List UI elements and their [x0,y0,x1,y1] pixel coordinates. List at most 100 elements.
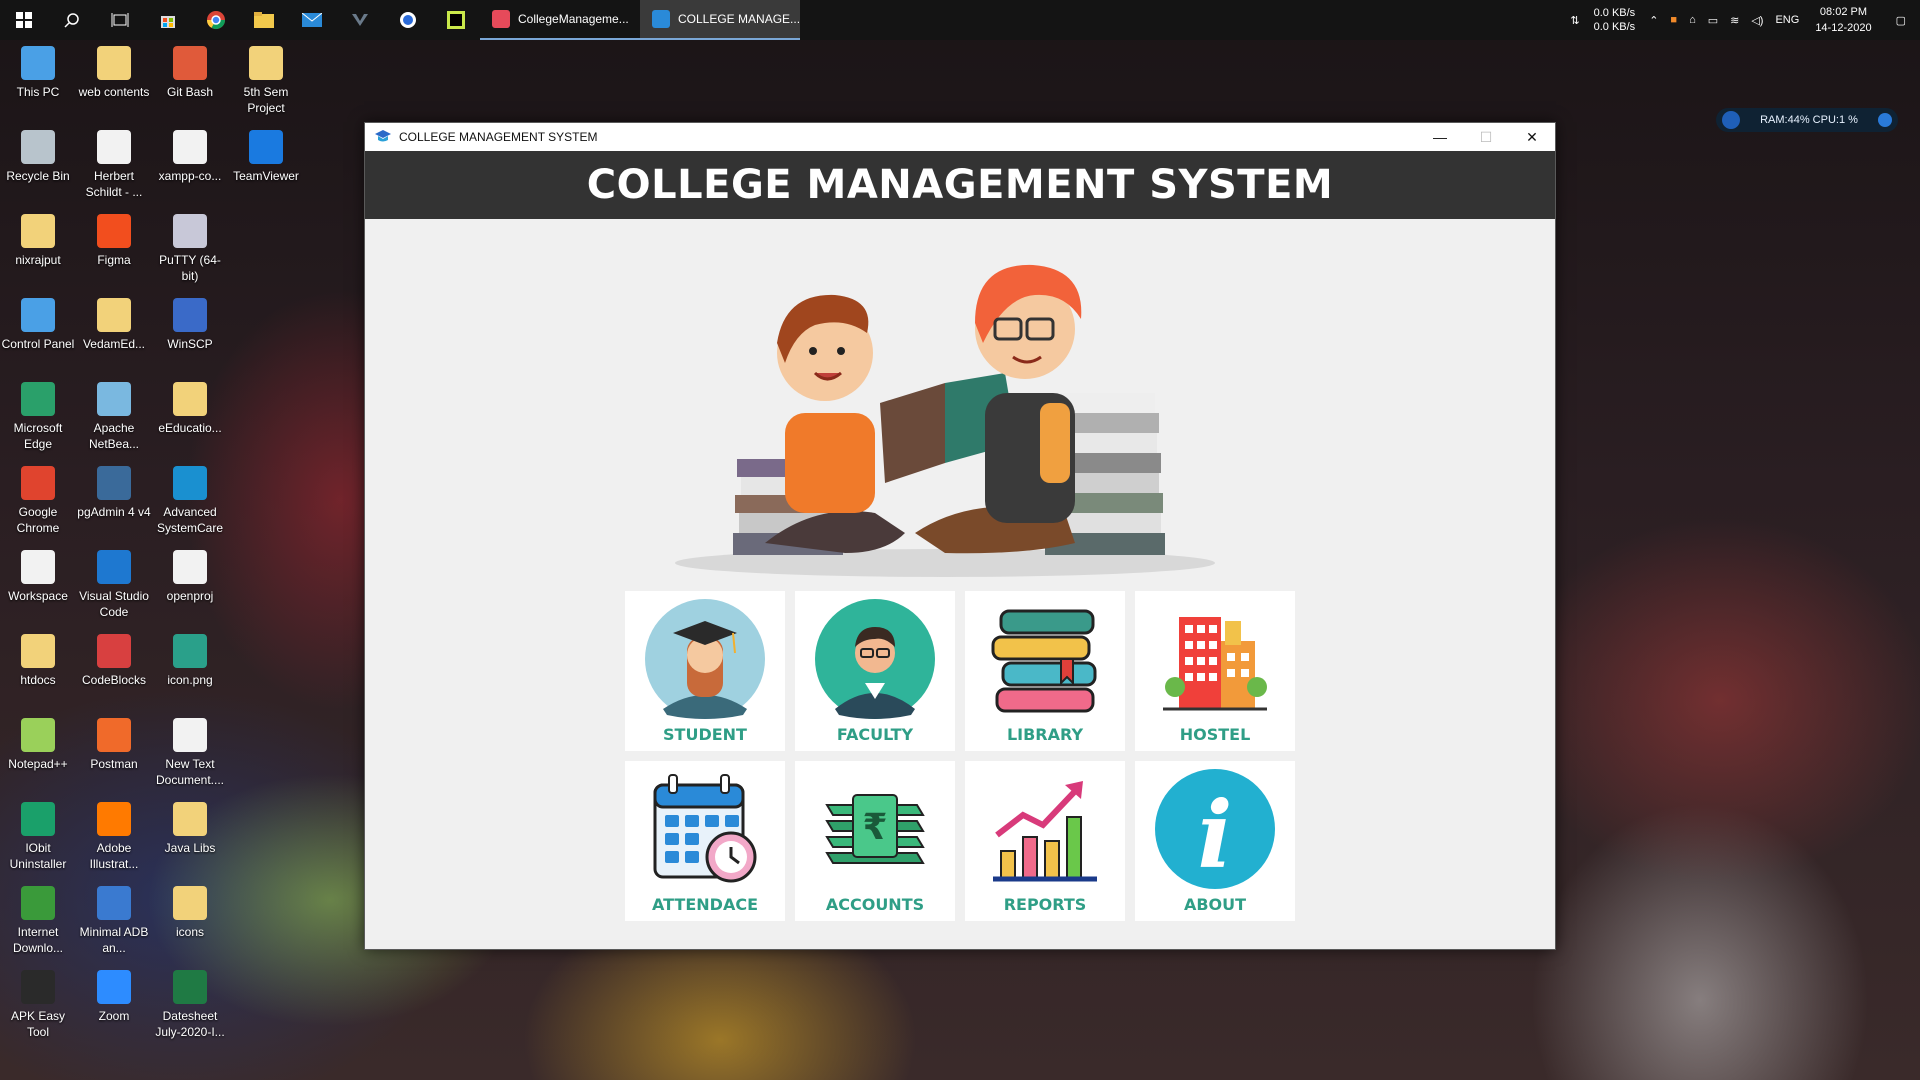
desktop-icon[interactable]: Apache NetBea... [76,382,152,452]
desktop-icon[interactable]: VedamEd... [76,298,152,352]
taskbar-app-college-management[interactable]: CollegeManageme... [480,0,640,40]
about-tile[interactable]: i ABOUT [1135,761,1295,921]
reports-tile[interactable]: REPORTS [965,761,1125,921]
desktop-icon[interactable]: htdocs [0,634,76,688]
desktop-icon[interactable]: TeamViewer [228,130,304,184]
library-label: LIBRARY [1006,725,1084,744]
file-explorer-icon[interactable] [240,0,288,40]
desktop-app-icon [21,382,55,416]
desktop-icon-label: Workspace [8,589,68,603]
desktop-icon[interactable]: New Text Document.... [152,718,228,788]
app-logo-icon [375,130,391,142]
app-window: COLLEGE MANAGEMENT SYSTEM — ☐ ✕ COLLEGE … [364,122,1556,950]
task-view-icon[interactable] [96,0,144,40]
wifi-icon[interactable]: ≋ [1724,14,1745,27]
desktop-icon[interactable]: Java Libs [152,802,228,856]
desktop-icon[interactable]: Zoom [76,970,152,1024]
desktop-icon[interactable]: Recycle Bin [0,130,76,184]
taskbar-app-college-manage-window[interactable]: COLLEGE MANAGE... [640,0,800,40]
windows-start-icon[interactable] [0,0,48,40]
pycharm-icon[interactable] [432,0,480,40]
window-titlebar[interactable]: COLLEGE MANAGEMENT SYSTEM — ☐ ✕ [365,123,1555,151]
notifications-icon[interactable]: ▢ [1882,14,1920,27]
net-down: 0.0 KB/s [1593,21,1636,33]
store-icon[interactable] [144,0,192,40]
desktop-app-icon [97,466,131,500]
hostel-tile[interactable]: HOSTEL [1135,591,1295,751]
desktop-icon[interactable]: xampp-co... [152,130,228,184]
desktop-icon[interactable]: Visual Studio Code [76,550,152,620]
language-indicator[interactable]: ENG [1769,14,1805,26]
mail-icon[interactable] [288,0,336,40]
minimize-button[interactable]: — [1417,123,1463,151]
desktop-app-icon [173,970,207,1004]
accounts-tile[interactable]: ₹ ACCOUNTS [795,761,955,921]
search-icon[interactable] [48,0,96,40]
clock[interactable]: 08:02 PM 14-12-2020 [1805,4,1881,36]
svg-text:₹: ₹ [862,807,887,848]
desktop-icon[interactable]: Postman [76,718,152,772]
desktop-icon-label: VedamEd... [82,337,146,351]
desktop-app-icon [173,46,207,80]
desktop-app-icon [97,550,131,584]
desktop-icon[interactable]: nixrajput [0,214,76,268]
desktop-icon[interactable]: CodeBlocks [76,634,152,688]
module-grid: STUDENT FACULTY LIBRARY HOSTEL ATTENDACE… [625,591,1295,921]
battery-icon[interactable]: ▭ [1702,14,1724,27]
desktop-icon[interactable]: Git Bash [152,46,228,100]
desktop-icon[interactable]: PuTTY (64-bit) [152,214,228,284]
word-app-icon[interactable] [384,0,432,40]
desktop-icon-label: nixrajput [15,253,61,267]
faculty-tile[interactable]: FACULTY [795,591,955,751]
library-tile[interactable]: LIBRARY [965,591,1125,751]
desktop-icon[interactable]: Minimal ADB an... [76,886,152,956]
desktop-icon[interactable]: eEducatio... [152,382,228,436]
desktop-app-icon [21,886,55,920]
desktop-icon[interactable]: IObit Uninstaller [0,802,76,872]
desktop-icon[interactable]: Datesheet July-2020-I... [152,970,228,1040]
desktop-app-icon [97,214,131,248]
desktop-icon[interactable]: WinSCP [152,298,228,352]
desktop-icon[interactable]: Figma [76,214,152,268]
desktop-icon[interactable]: Workspace [0,550,76,604]
desktop-icon-label: TeamViewer [233,169,299,183]
arrow-right-icon[interactable] [1878,113,1892,127]
volume-icon[interactable]: ◁) [1745,14,1769,27]
desktop-icon[interactable]: openproj [152,550,228,604]
desktop-icon[interactable]: Control Panel [0,298,76,352]
desktop-icon[interactable]: Google Chrome [0,466,76,536]
desktop-app-icon [173,886,207,920]
desktop-icon[interactable]: Microsoft Edge [0,382,76,452]
desktop-icon[interactable]: Internet Downlo... [0,886,76,956]
student-tile[interactable]: STUDENT [625,591,785,751]
desktop-icon[interactable]: icons [152,886,228,940]
reports-icon [993,781,1097,882]
close-button[interactable]: ✕ [1509,123,1555,151]
desktop-app-icon [21,130,55,164]
desktop-icon[interactable]: Notepad++ [0,718,76,772]
chrome-icon[interactable] [192,0,240,40]
desktop-icon[interactable]: 5th Sem Project [228,46,304,116]
desktop-icon[interactable]: icon.png [152,634,228,688]
ram-cpu-widget[interactable]: RAM:44% CPU:1 % [1716,108,1898,132]
desktop-icon[interactable]: Advanced SystemCare [152,466,228,536]
desktop-app-icon [21,634,55,668]
desktop-icon[interactable]: Herbert Schildt - ... [76,130,152,200]
desktop-icon[interactable]: This PC [0,46,76,100]
desktop-icon-label: Advanced SystemCare [156,505,224,535]
ram-cpu-text: RAM:44% CPU:1 % [1760,114,1858,126]
page-title: COLLEGE MANAGEMENT SYSTEM [586,162,1334,208]
network-arrows-icon: ⇅ [1570,14,1580,27]
tray-app-icon[interactable]: ■ [1664,14,1683,26]
desktop-icon[interactable]: pgAdmin 4 v4 [76,466,152,520]
maximize-button[interactable]: ☐ [1463,123,1509,151]
usb-icon[interactable]: ⌂ [1683,14,1702,26]
desktop-icon-label: WinSCP [167,337,213,351]
desktop-icon[interactable]: APK Easy Tool [0,970,76,1040]
desktop-icon[interactable]: web contents [76,46,152,100]
desktop-icon[interactable]: Adobe Illustrat... [76,802,152,872]
desktop-icon-label: This PC [16,85,60,99]
predator-sense-icon[interactable] [336,0,384,40]
chevron-up-icon[interactable]: ⌃ [1643,14,1664,27]
attendance-tile[interactable]: ATTENDACE [625,761,785,921]
